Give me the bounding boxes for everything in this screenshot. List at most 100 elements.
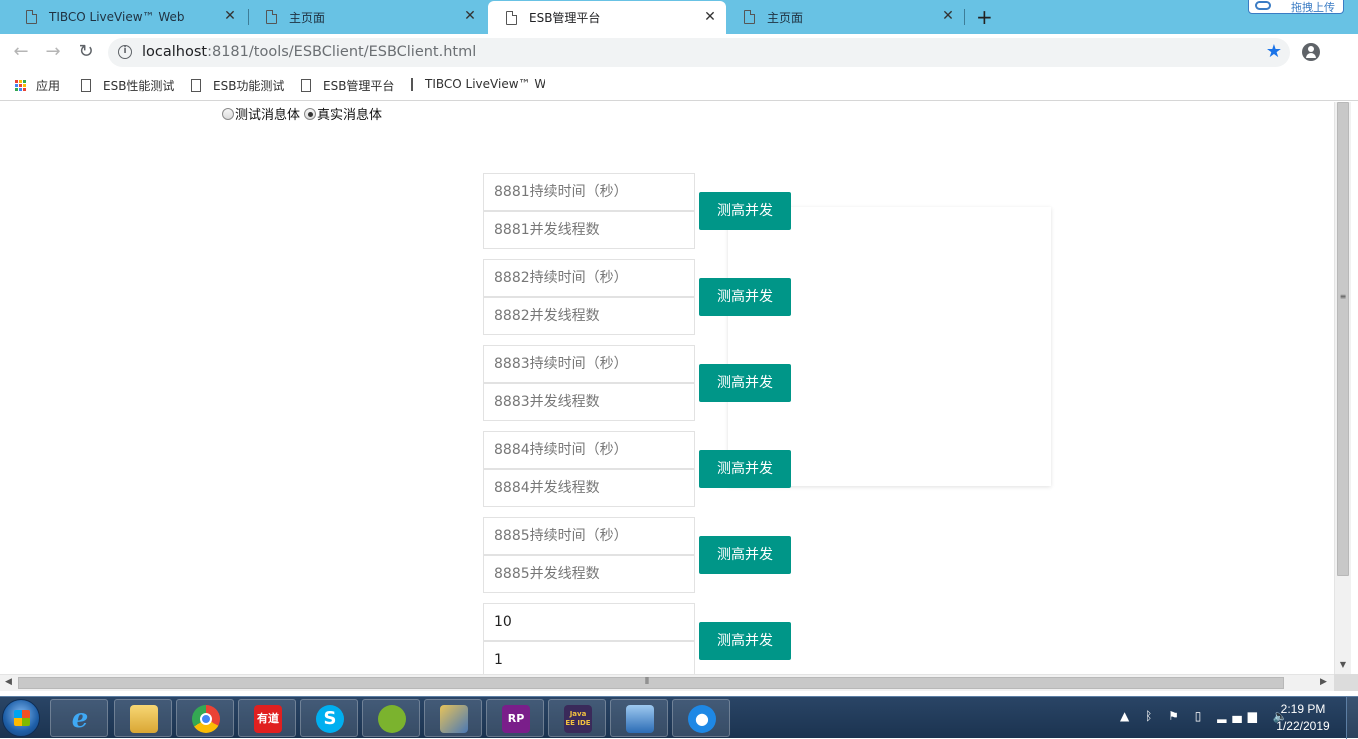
url-path: :8181/tools/ESBClient/ESBClient.html — [207, 44, 477, 60]
taskbar-clock[interactable]: 2:19 PM 1/22/2019 — [1268, 701, 1338, 735]
taskbar-axure-rp[interactable]: RP — [486, 699, 544, 737]
taskbar-internet-explorer[interactable]: e — [50, 699, 108, 737]
scroll-left-arrow-icon[interactable]: ◀ — [5, 677, 12, 687]
taskbar-skype[interactable]: S — [300, 699, 358, 737]
bookmark-esb-admin[interactable]: ESB管理平台 — [301, 77, 394, 94]
scrollbar-corner — [1334, 674, 1358, 691]
browser-toolbar: ← → ↻ i localhost:8181/tools/ESBClient/E… — [0, 34, 1358, 70]
tab-main-page[interactable]: 主页面 ✕ — [248, 0, 486, 34]
bookmark-esb-function[interactable]: ESB功能测试 — [191, 77, 284, 94]
back-arrow-icon[interactable]: ← — [10, 41, 32, 63]
vertical-scroll-thumb[interactable] — [1337, 102, 1349, 576]
taskbar-maps[interactable]: ● — [672, 699, 730, 737]
page-icon — [191, 79, 201, 92]
show-hidden-icons-icon[interactable]: ▲ — [1120, 709, 1135, 723]
test-concurrency-button-8883[interactable]: 测高并发 — [699, 364, 791, 402]
result-panel — [728, 207, 1051, 486]
bookmark-apps[interactable]: 应用 — [15, 77, 60, 94]
tab-esb-admin[interactable]: ESB管理平台 ✕ — [488, 1, 726, 34]
threads-input-8882[interactable]: 8882并发线程数 — [483, 297, 695, 335]
duration-input-8885[interactable]: 8885持续时间（秒） — [483, 517, 695, 555]
scroll-down-arrow-icon[interactable]: ▼ — [1338, 660, 1348, 669]
taskbar-remote-desktop[interactable] — [610, 699, 668, 737]
taskbar-chrome[interactable] — [176, 699, 234, 737]
upload-widget[interactable]: 拖拽上传 — [1248, 0, 1344, 14]
radio-real-message-label: 真实消息体 — [317, 108, 383, 123]
taskbar-java-ee-ide[interactable]: Java EE IDE — [548, 699, 606, 737]
bookmarks-bar: 应用 ESB性能测试 ESB功能测试 ESB管理平台 TIBCO LiveVie… — [0, 70, 1358, 101]
tab-title: 主页面 — [767, 10, 804, 25]
radio-test-message[interactable] — [222, 107, 234, 120]
duration-input-8883[interactable]: 8883持续时间（秒） — [483, 345, 695, 383]
chrome-icon — [192, 705, 220, 733]
usb-device-icon[interactable]: ▯ — [1195, 709, 1208, 723]
clock-date: 1/22/2019 — [1276, 719, 1330, 733]
tab-title: ESB管理平台 — [529, 11, 601, 25]
windows-taskbar: e 有道 S RP Java EE IDE ● ▲ ᛒ ⚑ ▯ ▂▄▆ 🔈 2:… — [0, 696, 1358, 739]
test-concurrency-button-8881[interactable]: 测高并发 — [699, 192, 791, 230]
bookmark-esb-performance[interactable]: ESB性能测试 — [81, 77, 174, 94]
horizontal-scrollbar[interactable]: ◀ ⦀ ▶ — [0, 674, 1334, 691]
test-concurrency-button-8882[interactable]: 测高并发 — [699, 278, 791, 316]
test-concurrency-button-8885[interactable]: 测高并发 — [699, 536, 791, 574]
tools-icon — [440, 705, 468, 733]
upload-widget-label: 拖拽上传 — [1291, 1, 1335, 14]
reload-icon[interactable]: ↻ — [75, 41, 97, 63]
action-center-flag-icon[interactable]: ⚑ — [1168, 709, 1185, 723]
duration-input-8881[interactable]: 8881持续时间（秒） — [483, 173, 695, 211]
forward-arrow-icon[interactable]: → — [42, 41, 64, 63]
radio-real-message[interactable] — [304, 107, 317, 120]
threads-input-8883[interactable]: 8883并发线程数 — [483, 383, 695, 421]
close-icon[interactable]: ✕ — [222, 8, 238, 24]
tab-title: 主页面 — [289, 10, 326, 25]
clock-time: 2:19 PM — [1280, 702, 1326, 716]
baidu-cloud-icon — [1255, 1, 1271, 10]
scroll-right-arrow-icon[interactable]: ▶ — [1320, 677, 1327, 687]
start-button-icon[interactable] — [2, 699, 40, 737]
taskbar-wechat[interactable] — [362, 699, 420, 737]
axure-rp-icon: RP — [502, 705, 530, 733]
map-pin-icon: ● — [688, 705, 716, 733]
close-icon[interactable]: ✕ — [462, 8, 478, 24]
taskbar-youdao[interactable]: 有道 — [238, 699, 296, 737]
tab-strip: TIBCO LiveView™ Web ✕ 主页面 ✕ ESB管理平台 ✕ 主页… — [0, 0, 1358, 34]
bookmark-tibco-liveview[interactable]: TIBCO LiveView™ W — [411, 77, 545, 91]
page-icon — [411, 77, 413, 91]
grip-icon: ≡ — [1339, 292, 1347, 301]
bluetooth-icon[interactable]: ᛒ — [1145, 709, 1158, 723]
page-icon — [81, 79, 91, 92]
tab-tibco-liveview[interactable]: TIBCO LiveView™ Web ✕ — [8, 0, 246, 34]
profile-avatar-icon[interactable] — [1302, 43, 1320, 61]
taskbar-tools[interactable] — [424, 699, 482, 737]
duration-input-8882[interactable]: 8882持续时间（秒） — [483, 259, 695, 297]
close-icon[interactable]: ✕ — [702, 9, 718, 25]
vertical-scrollbar[interactable]: ≡ ▼ — [1334, 102, 1351, 674]
java-ee-ide-icon: Java EE IDE — [564, 705, 592, 733]
threads-input-8884[interactable]: 8884并发线程数 — [483, 469, 695, 507]
network-signal-icon[interactable]: ▂▄▆ — [1217, 709, 1263, 723]
bookmark-star-icon[interactable]: ★ — [1266, 41, 1282, 62]
youdao-icon: 有道 — [254, 705, 282, 733]
wechat-icon — [378, 705, 406, 733]
duration-input-8884[interactable]: 8884持续时间（秒） — [483, 431, 695, 469]
close-icon[interactable]: ✕ — [940, 8, 956, 24]
duration-input-6[interactable]: 10 — [483, 603, 695, 641]
new-tab-button[interactable]: + — [976, 5, 993, 29]
threads-input-6[interactable]: 1 — [483, 641, 695, 674]
test-concurrency-button-6[interactable]: 测高并发 — [699, 622, 791, 660]
horizontal-scroll-thumb[interactable] — [18, 677, 1284, 689]
bookmark-label: ESB管理平台 — [323, 79, 395, 93]
url-text[interactable]: localhost:8181/tools/ESBClient/ESBClient… — [142, 44, 476, 60]
page-icon — [301, 79, 311, 92]
info-icon[interactable]: i — [118, 45, 132, 59]
address-bar[interactable]: i localhost:8181/tools/ESBClient/ESBClie… — [108, 38, 1290, 67]
test-concurrency-button-8884[interactable]: 测高并发 — [699, 450, 791, 488]
threads-input-8885[interactable]: 8885并发线程数 — [483, 555, 695, 593]
show-desktop-button[interactable] — [1346, 697, 1358, 739]
tab-main-page-2[interactable]: 主页面 ✕ — [726, 0, 964, 34]
taskbar-file-explorer[interactable] — [114, 699, 172, 737]
page-icon — [266, 10, 277, 24]
threads-input-8881[interactable]: 8881并发线程数 — [483, 211, 695, 249]
folder-icon — [130, 705, 158, 733]
tab-title: TIBCO LiveView™ Web — [49, 10, 185, 24]
